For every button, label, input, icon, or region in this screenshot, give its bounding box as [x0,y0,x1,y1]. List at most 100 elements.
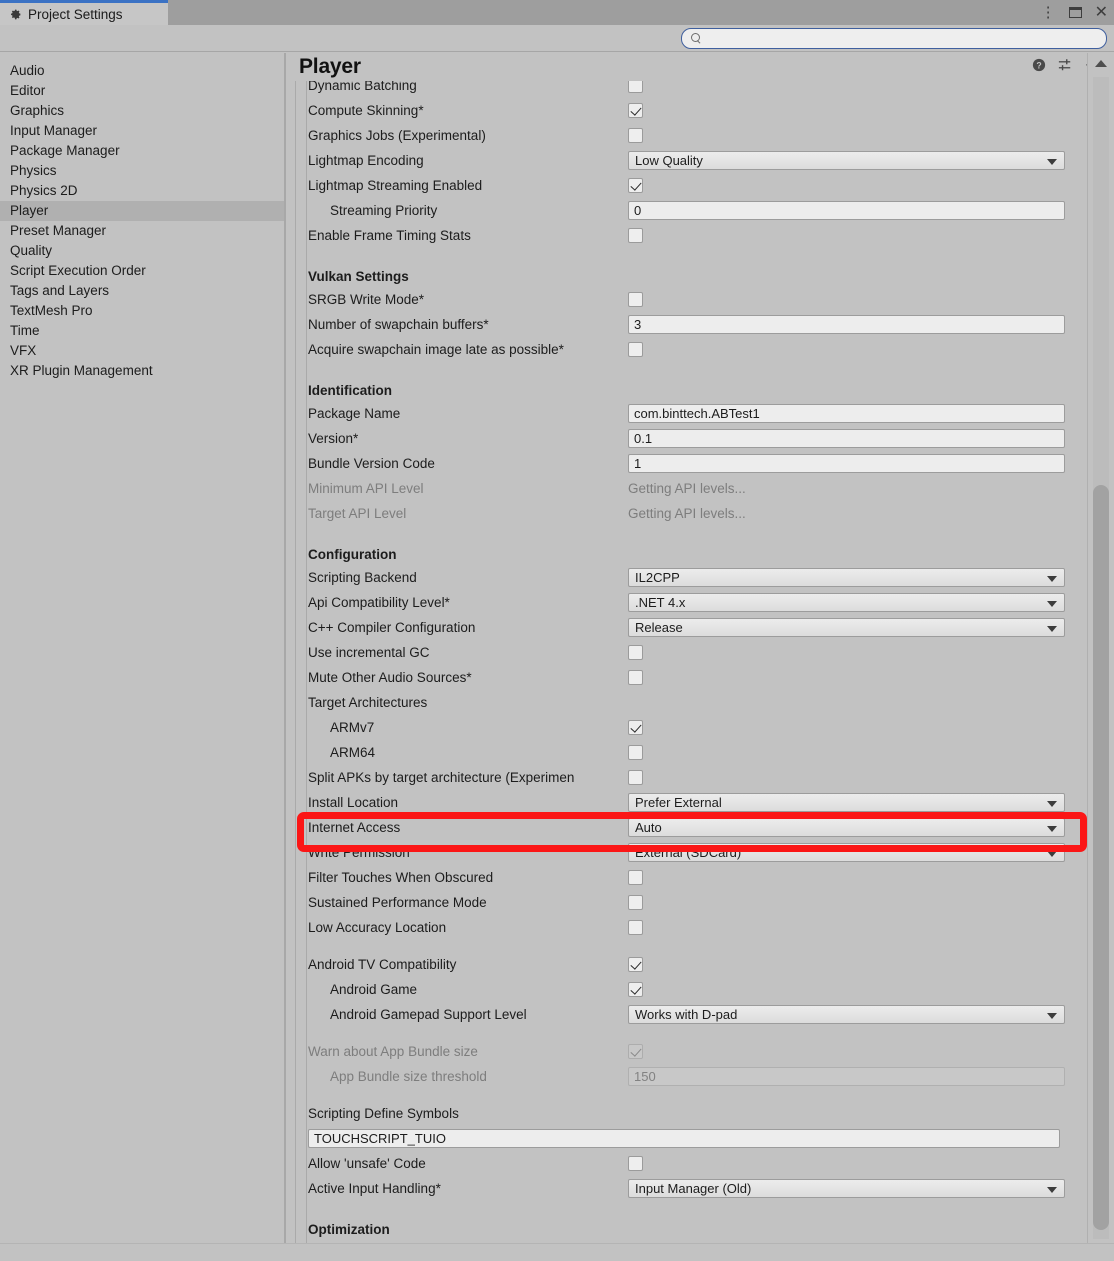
scrollbar-thumb[interactable] [1093,485,1109,1230]
setting-row-srgb-write-mode[interactable]: SRGB Write Mode* [308,287,1094,312]
search-input[interactable] [702,31,1106,46]
setting-row-wide-text[interactable]: TOUCHSCRIPT_TUIO [308,1126,1094,1151]
setting-row-api-compatibility-level[interactable]: Api Compatibility Level* .NET 4.x [308,590,1094,615]
checkbox-compute-skinning[interactable] [628,103,643,118]
checkbox-acquire-swapchain-image-late-as-possible[interactable] [628,342,643,357]
setting-row-scripting-define-symbols: Scripting Define Symbols [308,1101,1094,1126]
input-bundle-version-code[interactable]: 1 [628,454,1065,473]
checkbox-graphics-jobs-experimental[interactable] [628,128,643,143]
dropdown-write-permission[interactable]: External (SDCard) [628,843,1065,862]
checkbox-dynamic-batching[interactable] [628,81,643,93]
setting-row-warn-about-app-bundle-size[interactable]: Warn about App Bundle size [308,1039,1094,1064]
input-streaming-priority[interactable]: 0 [628,201,1065,220]
sidebar-item-input-manager[interactable]: Input Manager [0,121,285,141]
tab-project-settings[interactable]: Project Settings [0,0,168,25]
checkbox-android-game[interactable] [628,982,643,997]
close-icon[interactable]: ✕ [1095,4,1108,21]
checkbox-low-accuracy-location[interactable] [628,920,643,935]
setting-row-streaming-priority[interactable]: Streaming Priority 0 [308,198,1094,223]
setting-row-android-game[interactable]: Android Game [308,977,1094,1002]
window-controls: ⋮ ✕ [1041,0,1108,25]
dropdown-install-location[interactable]: Prefer External [628,793,1065,812]
dropdown-scripting-backend[interactable]: IL2CPP [628,568,1065,587]
sidebar-item-physics[interactable]: Physics [0,161,285,181]
setting-row-compute-skinning[interactable]: Compute Skinning* [308,98,1094,123]
checkbox-allow-unsafe-code[interactable] [628,1156,643,1171]
dropdown-lightmap-encoding[interactable]: Low Quality [628,151,1065,170]
setting-row-acquire-swapchain-image-late-as-possible[interactable]: Acquire swapchain image late as possible… [308,337,1094,362]
setting-row-lightmap-encoding[interactable]: Lightmap Encoding Low Quality [308,148,1094,173]
dropdown-internet-access[interactable]: Auto [628,818,1065,837]
sidebar-item-editor[interactable]: Editor [0,81,285,101]
vertical-dots-icon[interactable]: ⋮ [1041,5,1056,20]
setting-row-graphics-jobs-experimental[interactable]: Graphics Jobs (Experimental) [308,123,1094,148]
sidebar-item-audio[interactable]: Audio [0,61,285,81]
setting-row-filter-touches-when-obscured[interactable]: Filter Touches When Obscured [308,865,1094,890]
sidebar-item-xr-plugin-management[interactable]: XR Plugin Management [0,361,285,381]
setting-row-sustained-performance-mode[interactable]: Sustained Performance Mode [308,890,1094,915]
search-box[interactable] [681,28,1107,49]
setting-row-number-of-swapchain-buffers[interactable]: Number of swapchain buffers* 3 [308,312,1094,337]
checkbox-filter-touches-when-obscured[interactable] [628,870,643,885]
dropdown-active-input-handling[interactable]: Input Manager (Old) [628,1179,1065,1198]
sidebar-item-quality[interactable]: Quality [0,241,285,261]
setting-row-bundle-version-code[interactable]: Bundle Version Code 1 [308,451,1094,476]
dropdown-value: .NET 4.x [635,595,686,610]
checkbox-enable-frame-timing-stats[interactable] [628,228,643,243]
setting-row-minimum-api-level[interactable]: Minimum API Level Getting API levels... [308,476,1094,501]
dropdown-c-compiler-configuration[interactable]: Release [628,618,1065,637]
dropdown-api-compatibility-level[interactable]: .NET 4.x [628,593,1065,612]
setting-row-split-apks-by-target-architecture-experimen[interactable]: Split APKs by target architecture (Exper… [308,765,1094,790]
setting-row-android-gamepad-support-level[interactable]: Android Gamepad Support Level Works with … [308,1002,1094,1027]
setting-row-install-location[interactable]: Install Location Prefer External [308,790,1094,815]
sidebar-item-physics-2d[interactable]: Physics 2D [0,181,285,201]
sidebar-item-time[interactable]: Time [0,321,285,341]
setting-row-low-accuracy-location[interactable]: Low Accuracy Location [308,915,1094,940]
checkbox-sustained-performance-mode[interactable] [628,895,643,910]
checkbox-arm64[interactable] [628,745,643,760]
setting-row-scripting-backend[interactable]: Scripting Backend IL2CPP [308,565,1094,590]
setting-row-write-permission[interactable]: Write Permission External (SDCard) [308,840,1094,865]
sidebar-item-tags-and-layers[interactable]: Tags and Layers [0,281,285,301]
setting-row-allow-unsafe-code[interactable]: Allow 'unsafe' Code [308,1151,1094,1176]
checkbox-srgb-write-mode[interactable] [628,292,643,307]
setting-row-mute-other-audio-sources[interactable]: Mute Other Audio Sources* [308,665,1094,690]
checkbox-mute-other-audio-sources[interactable] [628,670,643,685]
input-package-name[interactable]: com.binttech.ABTest1 [628,404,1065,423]
setting-row-android-tv-compatibility[interactable]: Android TV Compatibility [308,952,1094,977]
input-number-of-swapchain-buffers[interactable]: 3 [628,315,1065,334]
setting-row-use-incremental-gc[interactable]: Use incremental GC [308,640,1094,665]
setting-row-enable-frame-timing-stats[interactable]: Enable Frame Timing Stats [308,223,1094,248]
setting-row-package-name[interactable]: Package Name com.binttech.ABTest1 [308,401,1094,426]
sidebar-item-textmesh-pro[interactable]: TextMesh Pro [0,301,285,321]
preset-icon[interactable] [1058,58,1072,72]
scroll-up-arrow-icon[interactable] [1095,60,1107,67]
setting-row-dynamic-batching[interactable]: Dynamic Batching [308,81,1094,98]
sidebar-item-preset-manager[interactable]: Preset Manager [0,221,285,241]
input-scripting-define-symbols[interactable]: TOUCHSCRIPT_TUIO [308,1129,1060,1148]
setting-row-internet-access[interactable]: Internet Access Auto [308,815,1094,840]
setting-row-app-bundle-size-threshold[interactable]: App Bundle size threshold 150 [308,1064,1094,1089]
checkbox-armv7[interactable] [628,720,643,735]
setting-row-armv7[interactable]: ARMv7 [308,715,1094,740]
setting-row-c-compiler-configuration[interactable]: C++ Compiler Configuration Release [308,615,1094,640]
setting-row-active-input-handling[interactable]: Active Input Handling* Input Manager (Old… [308,1176,1094,1201]
maximize-icon[interactable] [1068,7,1082,18]
help-icon[interactable]: ? [1032,58,1046,72]
setting-row-arm64[interactable]: ARM64 [308,740,1094,765]
checkbox-lightmap-streaming-enabled[interactable] [628,178,643,193]
sidebar-item-vfx[interactable]: VFX [0,341,285,361]
checkbox-split-apks-by-target-architecture-experimen[interactable] [628,770,643,785]
setting-row-version[interactable]: Version* 0.1 [308,426,1094,451]
sidebar-item-player[interactable]: Player [0,201,285,221]
sidebar-item-package-manager[interactable]: Package Manager [0,141,285,161]
sidebar-item-graphics[interactable]: Graphics [0,101,285,121]
checkbox-android-tv-compatibility[interactable] [628,957,643,972]
sidebar-item-script-execution-order[interactable]: Script Execution Order [0,261,285,281]
checkbox-use-incremental-gc[interactable] [628,645,643,660]
dropdown-android-gamepad-support-level[interactable]: Works with D-pad [628,1005,1065,1024]
setting-row-target-api-level[interactable]: Target API Level Getting API levels... [308,501,1094,526]
setting-row-lightmap-streaming-enabled[interactable]: Lightmap Streaming Enabled [308,173,1094,198]
input-version[interactable]: 0.1 [628,429,1065,448]
vertical-scrollbar[interactable] [1087,53,1114,1243]
